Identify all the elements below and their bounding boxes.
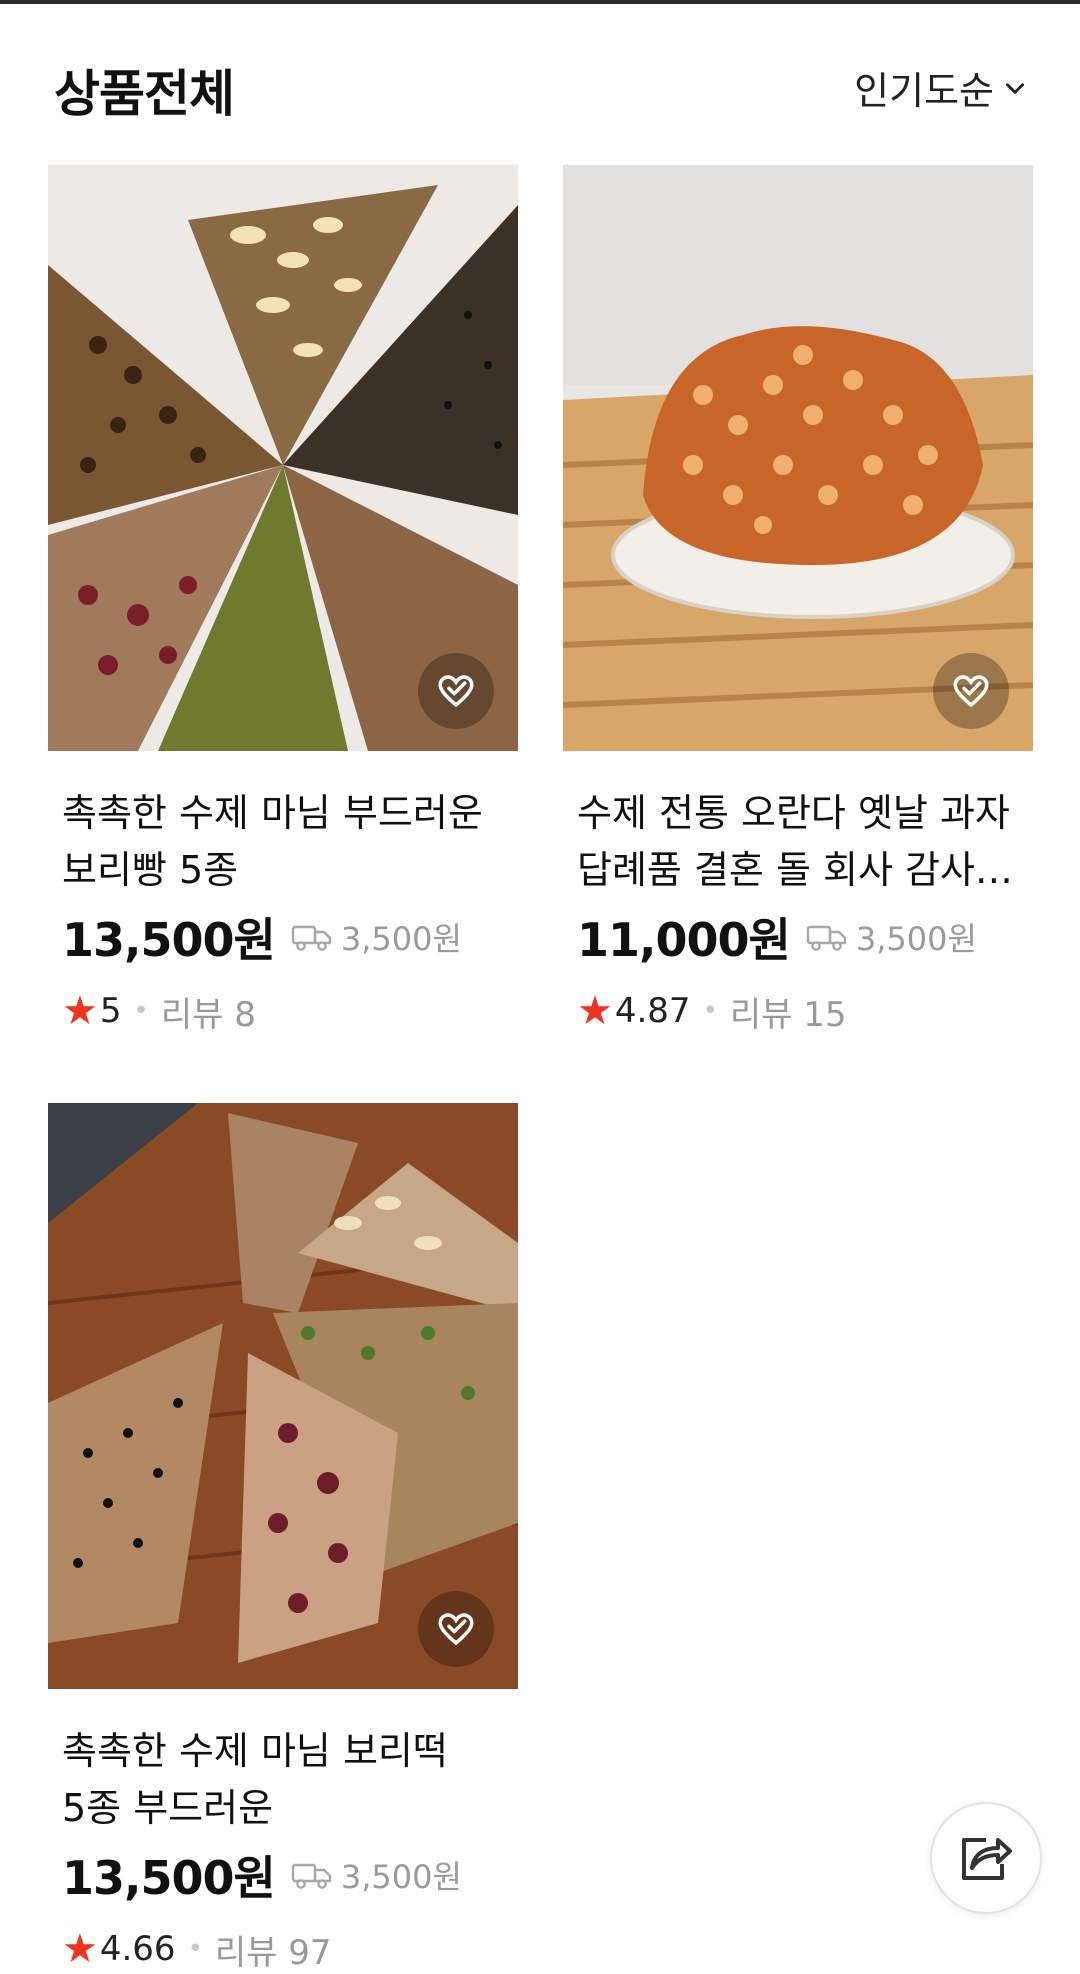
share-button[interactable] <box>930 1802 1042 1914</box>
product-image[interactable] <box>48 165 518 751</box>
shipping-fee-value: 3,500원 <box>855 920 977 958</box>
shipping-fee-value: 3,500원 <box>340 1858 462 1896</box>
separator-dot: • <box>133 996 149 1026</box>
product-price: 13,500원 <box>62 1851 276 1905</box>
rating-row: ★ 4.66 • 리뷰 97 <box>62 1925 504 1973</box>
wishlist-button[interactable] <box>418 653 494 729</box>
wishlist-button[interactable] <box>418 1591 494 1667</box>
rating-row: ★ 5 • 리뷰 8 <box>62 987 504 1035</box>
truck-icon <box>806 925 847 951</box>
separator-dot: • <box>187 1934 203 1964</box>
rating-row: ★ 4.87 • 리뷰 15 <box>577 987 1019 1035</box>
review-count[interactable]: 리뷰 97 <box>215 1925 332 1974</box>
product-card[interactable]: 촉촉한 수제 마님 보리떡 5종 부드러운 13,500원 3,500원 ★ 4… <box>48 1103 518 1973</box>
rating-value: 4.87 <box>614 991 691 1031</box>
product-title[interactable]: 수제 전통 오란다 옛날 과자 답례품 결혼 돌 회사 감사… <box>577 785 1019 899</box>
share-icon <box>962 1838 1012 1880</box>
price-row: 13,500원 3,500원 <box>62 1843 504 1907</box>
page-title: 상품전체 <box>54 65 235 123</box>
sort-dropdown[interactable]: 인기도순 <box>854 60 1028 115</box>
shipping-fee: 3,500원 <box>291 1852 462 1898</box>
shipping-fee: 3,500원 <box>806 914 977 960</box>
review-count[interactable]: 리뷰 15 <box>730 987 847 1036</box>
product-price: 13,500원 <box>62 913 276 967</box>
truck-icon <box>291 1863 332 1889</box>
shipping-fee: 3,500원 <box>291 914 462 960</box>
wishlist-button[interactable] <box>933 653 1009 729</box>
product-title[interactable]: 촉촉한 수제 마님 부드러운 보리빵 5종 <box>62 785 504 899</box>
shipping-fee-value: 3,500원 <box>340 920 462 958</box>
chevron-down-icon <box>1006 82 1024 94</box>
product-image[interactable] <box>563 165 1033 751</box>
top-divider <box>0 0 1080 4</box>
header: 상품전체 인기도순 <box>0 48 1080 123</box>
price-row: 13,500원 3,500원 <box>62 905 504 969</box>
heart-check-icon <box>953 675 989 708</box>
heart-check-icon <box>438 675 474 708</box>
product-price: 11,000원 <box>577 913 791 967</box>
product-card[interactable]: 수제 전통 오란다 옛날 과자 답례품 결혼 돌 회사 감사… 11,000원 … <box>563 165 1033 1035</box>
star-icon: ★ <box>577 988 613 1034</box>
rating-value: 5 <box>99 991 122 1031</box>
truck-icon <box>291 925 332 951</box>
product-card[interactable]: 촉촉한 수제 마님 부드러운 보리빵 5종 13,500원 3,500원 ★ 5… <box>48 165 518 1035</box>
review-count[interactable]: 리뷰 8 <box>161 987 256 1036</box>
sort-label: 인기도순 <box>854 69 994 113</box>
price-row: 11,000원 3,500원 <box>577 905 1019 969</box>
product-image[interactable] <box>48 1103 518 1689</box>
star-icon: ★ <box>62 1926 98 1972</box>
rating-value: 4.66 <box>99 1929 176 1969</box>
separator-dot: • <box>702 996 718 1026</box>
star-icon: ★ <box>62 988 98 1034</box>
product-title[interactable]: 촉촉한 수제 마님 보리떡 5종 부드러운 <box>62 1723 504 1837</box>
heart-check-icon <box>438 1613 474 1646</box>
